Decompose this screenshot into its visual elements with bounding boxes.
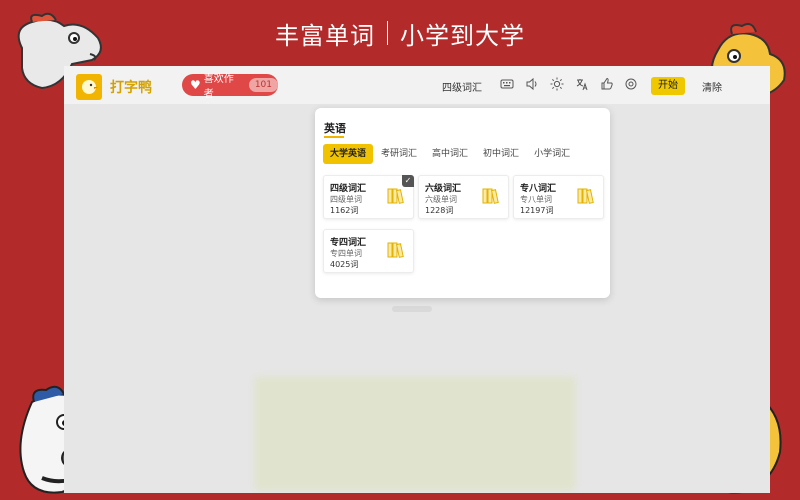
word-placeholder-blurred: [392, 306, 432, 312]
like-author-label: 喜欢作者: [203, 74, 234, 100]
like-count-badge: 101: [248, 78, 278, 92]
dictionary-popup: 英语 大学英语 考研词汇 高中词汇 初中词汇 小学词汇 四级词汇 四级单词 11…: [315, 108, 610, 298]
tab-primary-school[interactable]: 小学词汇: [527, 144, 577, 164]
dict-card-sub: 六级单词: [425, 195, 457, 204]
dict-card-sub: 专四单词: [330, 249, 362, 258]
books-icon: [387, 188, 404, 204]
app-name: 打字鸭: [110, 80, 152, 96]
language-title: 英语: [324, 122, 346, 135]
dict-card-cet4[interactable]: 四级词汇 四级单词 1162词 ✓: [323, 175, 414, 219]
tab-college-english[interactable]: 大学英语: [323, 144, 374, 164]
books-icon: [577, 188, 594, 204]
dict-card-count: 12197词: [520, 206, 554, 215]
dict-card-cet6[interactable]: 六级词汇 六级单词 1228词: [418, 175, 509, 219]
dict-card-count: 1162词: [330, 206, 359, 215]
books-icon: [387, 242, 404, 258]
books-icon: [482, 188, 499, 204]
top-toolbar: 打字鸭 ♥ 喜欢作者 101 四级词汇 开始 清除: [64, 66, 770, 104]
keyboard-area-blurred: [254, 376, 576, 491]
dict-card-sub: 四级单词: [330, 195, 362, 204]
banner-right-text: 小学到大学: [400, 21, 525, 50]
dict-card-count: 1228词: [425, 206, 454, 215]
banner-left-text: 丰富单词: [275, 21, 375, 50]
tab-middle-school[interactable]: 初中词汇: [476, 144, 526, 164]
language-title-underline: [324, 136, 344, 138]
like-author-button[interactable]: ♥ 喜欢作者 101: [182, 74, 278, 100]
speaker-icon[interactable]: [525, 77, 539, 91]
keyboard-icon[interactable]: [500, 77, 514, 91]
start-button[interactable]: 开始: [651, 77, 685, 95]
tab-postgrad[interactable]: 考研词汇: [374, 144, 424, 164]
clear-button[interactable]: 清除: [702, 79, 722, 94]
heart-icon: ♥: [190, 78, 201, 92]
promo-banner: 丰富单词 小学到大学: [0, 0, 800, 66]
tab-high-school[interactable]: 高中词汇: [425, 144, 475, 164]
dict-card-name: 四级词汇: [330, 184, 367, 194]
thumbs-up-icon[interactable]: [600, 77, 614, 91]
dict-card-name: 专四词汇: [330, 238, 367, 248]
banner-separator: [387, 21, 388, 45]
dict-card-tem8[interactable]: 专八词汇 专八单词 12197词: [513, 175, 604, 219]
sun-icon[interactable]: [550, 77, 564, 91]
dictionary-selector[interactable]: 四级词汇: [442, 79, 482, 94]
settings-icon[interactable]: [624, 77, 638, 91]
category-tabs: 大学英语 考研词汇 高中词汇 初中词汇 小学词汇: [323, 144, 578, 164]
selected-check-icon: ✓: [402, 175, 414, 187]
translate-icon[interactable]: [575, 77, 589, 91]
dict-card-sub: 专八单词: [520, 195, 552, 204]
dict-card-name: 六级词汇: [425, 184, 462, 194]
duck-logo-icon: [76, 74, 102, 100]
dict-card-name: 专八词汇: [520, 184, 557, 194]
dict-card-count: 4025词: [330, 260, 359, 269]
dict-card-tem4[interactable]: 专四词汇 专四单词 4025词: [323, 229, 414, 273]
